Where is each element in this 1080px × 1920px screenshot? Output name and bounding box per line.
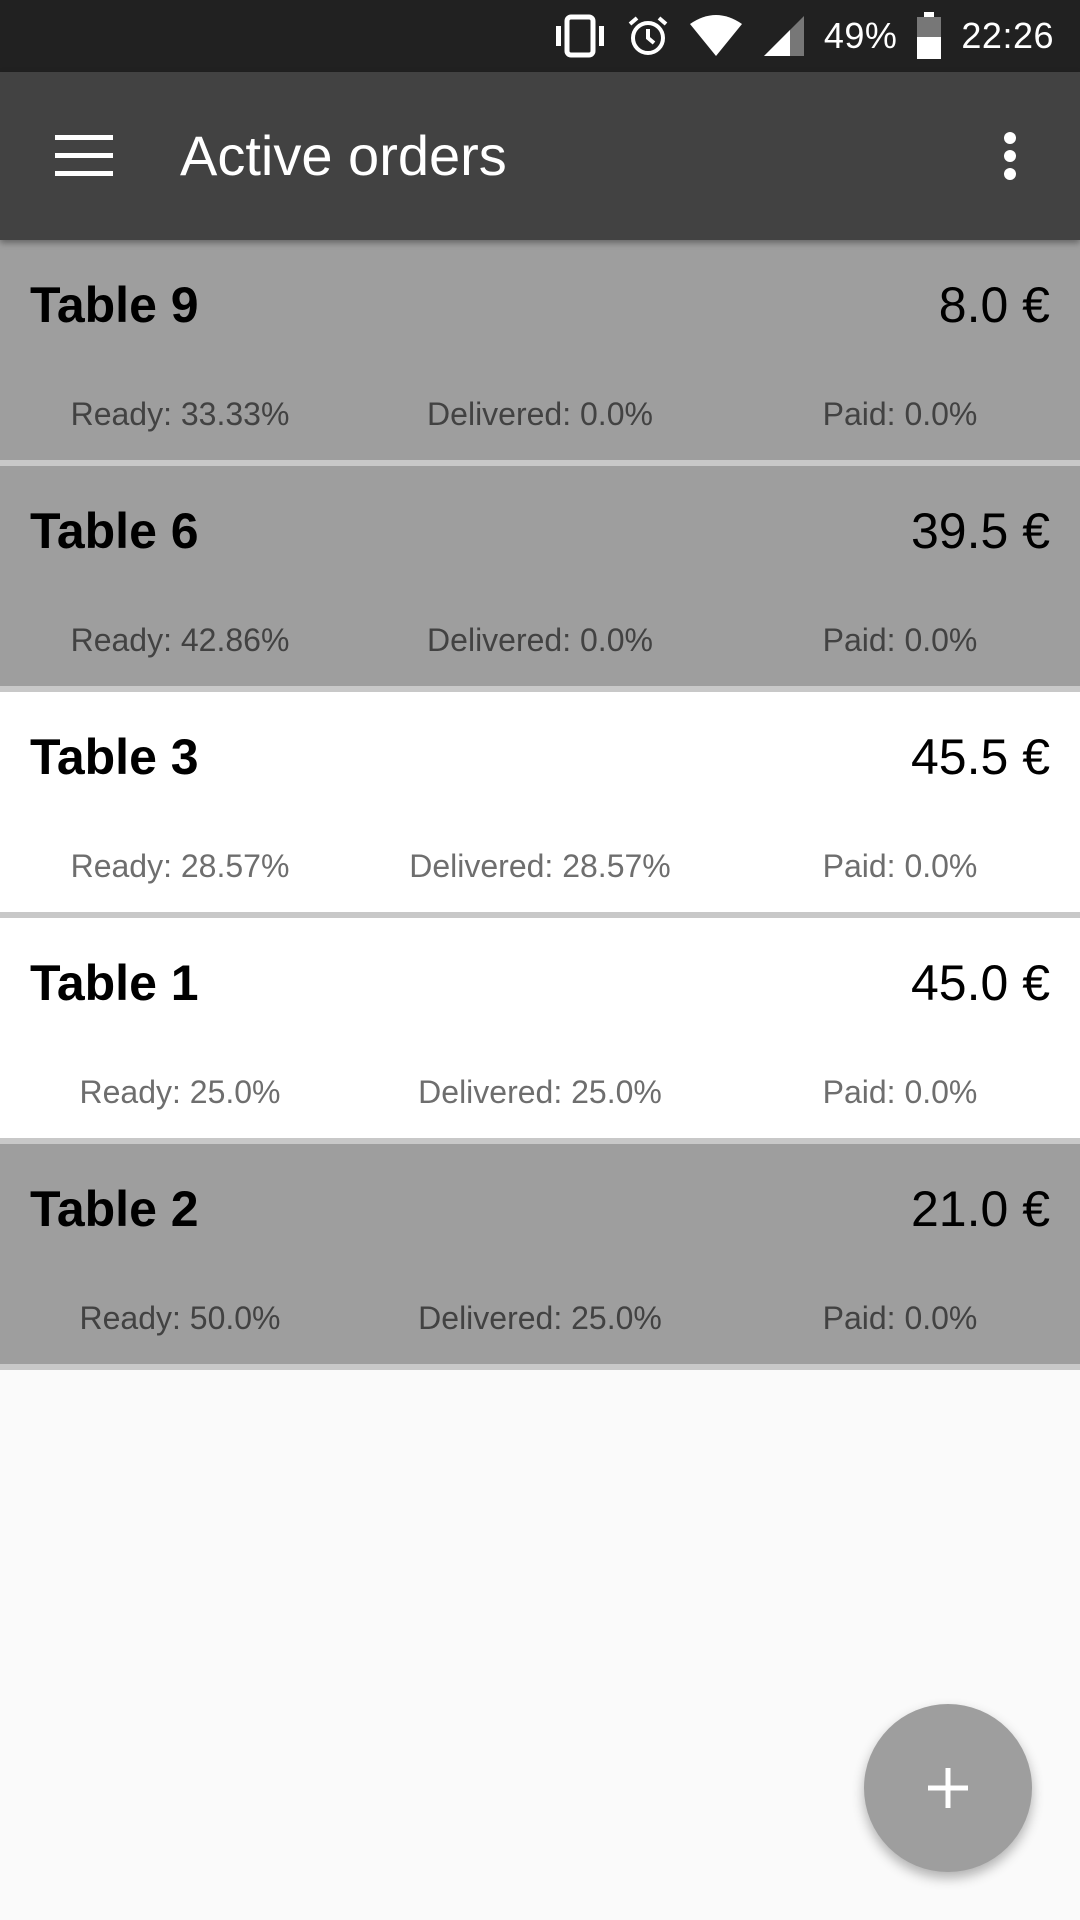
order-card-table-9[interactable]: Table 9 8.0 € Ready: 33.33% Delivered: 0… [0,240,1080,466]
order-total: 8.0 € [938,277,1050,333]
alarm-icon [628,16,668,55]
order-card-table-6[interactable]: Table 6 39.5 € Ready: 42.86% Delivered: … [0,466,1080,692]
battery-percent: 49% [823,15,898,56]
delivered-percent: Delivered: 28.57% [409,848,671,884]
ready-percent: Ready: 25.0% [79,1074,281,1110]
paid-percent: Paid: 0.0% [822,848,978,884]
order-table-name: Table 9 [30,277,199,333]
order-stats: Ready: 42.86% Delivered: 0.0% Paid: 0.0% [0,622,1080,662]
delivered-percent: Delivered: 25.0% [418,1074,662,1110]
order-stats: Ready: 25.0% Delivered: 25.0% Paid: 0.0% [0,1074,1080,1114]
ready-percent: Ready: 28.57% [70,848,290,884]
order-table-name: Table 2 [30,1181,199,1237]
order-card-table-3[interactable]: Table 3 45.5 € Ready: 28.57% Delivered: … [0,692,1080,918]
order-stats: Ready: 33.33% Delivered: 0.0% Paid: 0.0% [0,396,1080,436]
order-table-name: Table 6 [30,503,199,559]
ready-percent: Ready: 33.33% [70,396,290,432]
vibrate-icon [555,14,604,58]
delivered-percent: Delivered: 25.0% [418,1300,662,1336]
status-icons: 49% 22:26 [552,0,1054,72]
order-total: 45.5 € [910,729,1050,785]
order-card-table-1[interactable]: Table 1 45.0 € Ready: 25.0% Delivered: 2… [0,918,1080,1144]
delivered-percent: Delivered: 0.0% [427,622,653,658]
order-stats: Ready: 28.57% Delivered: 28.57% Paid: 0.… [0,848,1080,888]
order-total: 21.0 € [910,1181,1050,1237]
menu-button[interactable] [28,110,140,202]
hamburger-menu-icon [55,135,113,176]
status-bar: 49% 22:26 [0,0,1080,72]
add-order-button[interactable] [864,1704,1032,1872]
order-total: 39.5 € [910,503,1050,559]
ready-percent: Ready: 50.0% [79,1300,281,1336]
order-table-name: Table 3 [30,729,199,785]
paid-percent: Paid: 0.0% [822,1074,978,1110]
delivered-percent: Delivered: 0.0% [427,396,653,432]
order-stats: Ready: 50.0% Delivered: 25.0% Paid: 0.0% [0,1300,1080,1340]
more-vert-icon [1004,132,1016,180]
plus-icon [928,1768,968,1808]
cell-signal-icon [763,16,804,56]
ready-percent: Ready: 42.86% [70,622,290,658]
order-table-name: Table 1 [30,955,199,1011]
page-title: Active orders [180,124,507,187]
paid-percent: Paid: 0.0% [822,396,978,432]
clock: 22:26 [961,15,1054,56]
battery-icon [917,12,942,59]
wifi-icon [689,15,742,56]
orders-list: Table 9 8.0 € Ready: 33.33% Delivered: 0… [0,240,1080,1370]
paid-percent: Paid: 0.0% [822,1300,978,1336]
overflow-menu-button[interactable] [968,112,1052,200]
paid-percent: Paid: 0.0% [822,622,978,658]
app-bar: Active orders [0,72,1080,240]
order-card-table-2[interactable]: Table 2 21.0 € Ready: 50.0% Delivered: 2… [0,1144,1080,1370]
order-total: 45.0 € [910,955,1050,1011]
